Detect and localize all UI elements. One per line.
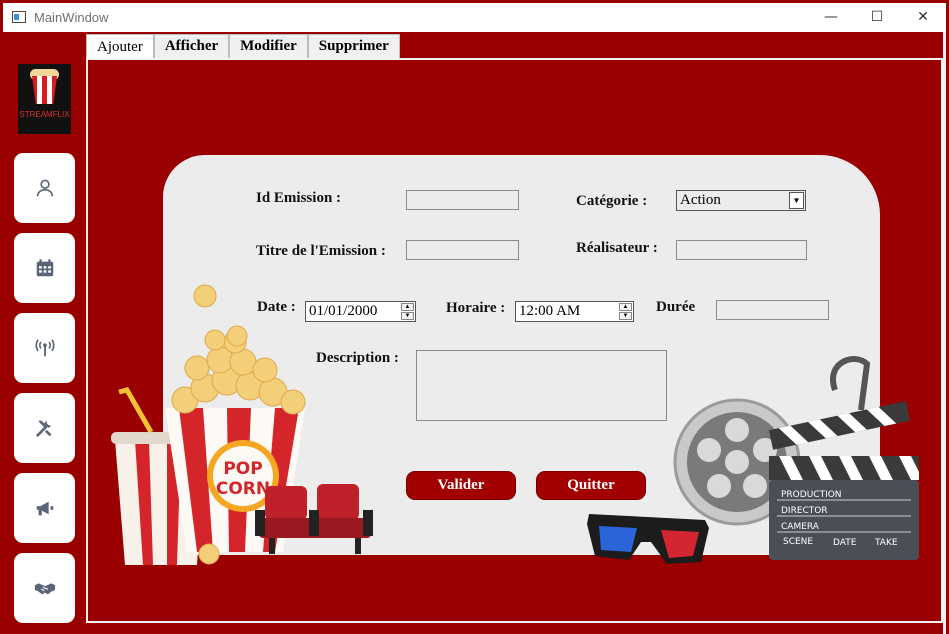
categorie-label: Catégorie :: [576, 193, 648, 209]
categorie-select[interactable]: Action ▼: [676, 190, 806, 211]
sidebar-calendar-button[interactable]: [14, 233, 75, 303]
tab-ajouter[interactable]: Ajouter: [86, 34, 154, 60]
logo-popcorn-bucket: [32, 76, 57, 104]
clapper-line-director: DIRECTOR: [781, 506, 828, 516]
spin-up-icon[interactable]: ▲: [401, 303, 414, 311]
sidebar-announcement-button[interactable]: [14, 473, 75, 543]
tools-icon: [35, 420, 51, 437]
calendar-icon: [36, 259, 53, 277]
titre-emission-label: Titre de l'Emission :: [256, 243, 386, 259]
clapper-line-camera: CAMERA: [781, 522, 820, 532]
tab-bar: Ajouter Afficher Modifier Supprimer: [86, 34, 400, 60]
sidebar-tools-button[interactable]: [14, 393, 75, 463]
chevron-down-icon[interactable]: ▼: [789, 192, 804, 209]
popcorn-text-1: POP: [223, 459, 262, 479]
megaphone-icon: [36, 501, 53, 516]
tab-supprimer[interactable]: Supprimer: [307, 34, 400, 58]
realisateur-label: Réalisateur :: [576, 240, 658, 256]
clapper-line-production: PRODUCTION: [781, 490, 842, 500]
spin-down-icon[interactable]: ▼: [619, 312, 632, 320]
handshake-icon: [34, 583, 55, 595]
app-window-icon: [12, 11, 26, 23]
logo-text: STREAMFLIX: [19, 110, 70, 119]
tab-afficher[interactable]: Afficher: [153, 34, 230, 58]
duree-input[interactable]: [716, 300, 829, 320]
tab-modifier[interactable]: Modifier: [229, 34, 308, 58]
horaire-label: Horaire :: [446, 300, 506, 316]
maximize-button[interactable]: ☐: [854, 3, 900, 32]
close-button[interactable]: ✕: [900, 3, 946, 32]
title-bar: MainWindow — ☐ ✕: [3, 3, 946, 32]
clapper-take: TAKE: [874, 538, 898, 548]
id-emission-input[interactable]: [406, 190, 519, 210]
sidebar-broadcast-button[interactable]: [14, 313, 75, 383]
valider-button[interactable]: Valider: [406, 471, 516, 500]
spin-up-icon[interactable]: ▲: [619, 303, 632, 311]
minimize-button[interactable]: —: [808, 3, 854, 32]
horaire-spinbox[interactable]: 12:00 AM ▲ ▼: [515, 301, 634, 322]
duree-label: Durée: [656, 299, 696, 315]
realisateur-input[interactable]: [676, 240, 807, 260]
sidebar-partners-button[interactable]: [14, 553, 75, 623]
date-spin-buttons[interactable]: ▲ ▼: [401, 303, 414, 320]
sidebar-user-button[interactable]: [14, 153, 75, 223]
horaire-value: 12:00 AM: [519, 303, 581, 319]
streamflix-logo: STREAMFLIX: [18, 64, 71, 134]
clapper-scene: SCENE: [783, 537, 813, 547]
cinema-decoration: PRODUCTION DIRECTOR CAMERA SCENE DATE TA…: [587, 356, 919, 564]
id-emission-label: Id Emission :: [256, 190, 342, 206]
spin-down-icon[interactable]: ▼: [401, 312, 414, 320]
window-edge: [943, 32, 946, 634]
titre-emission-input[interactable]: [406, 240, 519, 260]
horaire-spin-buttons[interactable]: ▲ ▼: [619, 303, 632, 320]
popcorn-decoration: POP CORN: [111, 284, 373, 565]
clapper-date: DATE: [833, 538, 857, 548]
categorie-select-value: Action: [680, 192, 721, 208]
user-icon: [36, 179, 53, 197]
window-title: MainWindow: [34, 10, 109, 25]
popcorn-text-2: CORN: [216, 479, 270, 499]
broadcast-icon: [35, 339, 54, 357]
